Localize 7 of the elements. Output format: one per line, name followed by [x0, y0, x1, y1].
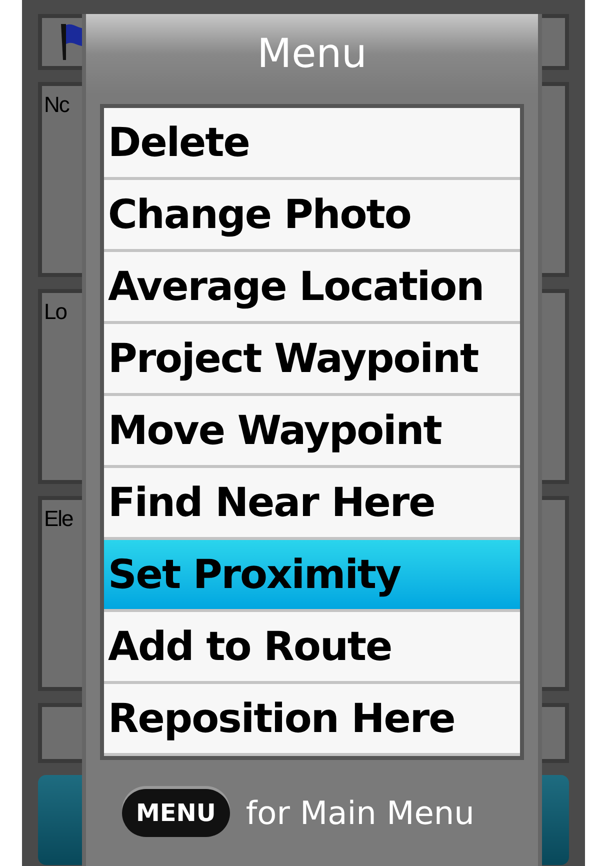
field-label: Ele — [44, 508, 73, 533]
menu-key[interactable]: MENU — [122, 789, 230, 837]
field-label: Nc — [44, 94, 69, 119]
menu-item[interactable]: Set Proximity — [104, 540, 520, 612]
field-label: Lo — [44, 301, 66, 326]
menu-title: Menu — [257, 34, 367, 74]
footer-hint: for Main Menu — [246, 797, 474, 829]
